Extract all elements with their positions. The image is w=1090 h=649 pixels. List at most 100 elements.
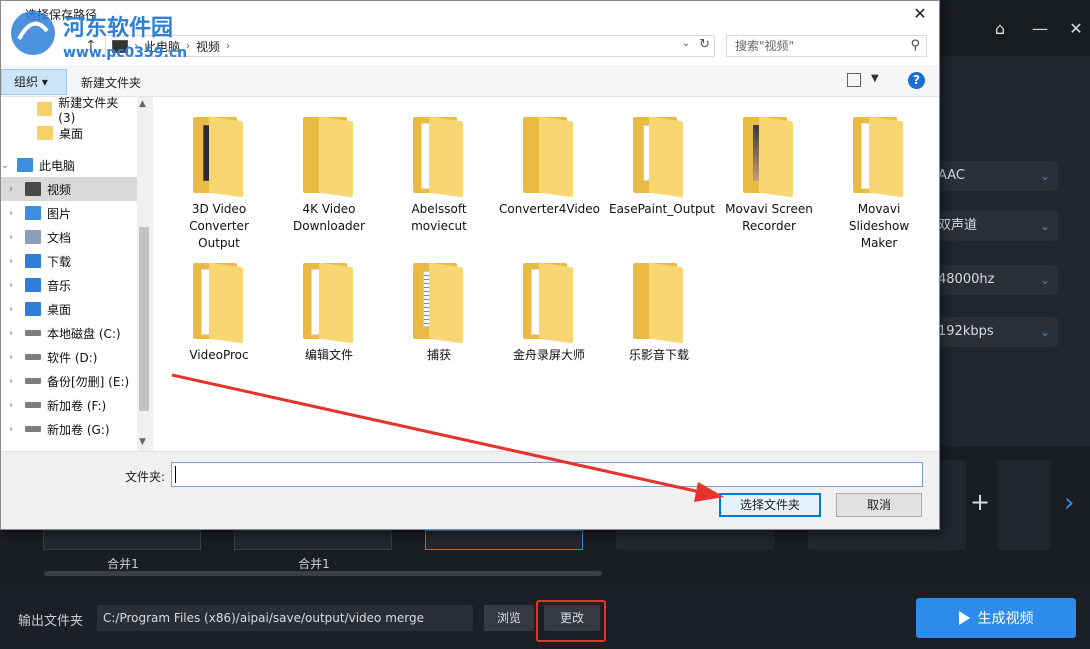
select-folder-button[interactable]: 选择文件夹 <box>719 493 821 517</box>
folder-icon <box>737 115 801 198</box>
folder-item[interactable]: 3D Video Converter Output <box>169 115 269 252</box>
dropdown-value: 双声道 <box>938 218 978 233</box>
expand-chevron-icon[interactable]: › <box>9 208 21 219</box>
add-clip-icon[interactable]: + <box>970 488 990 516</box>
search-input[interactable]: 搜索"视频" ⚲ <box>726 35 927 57</box>
folder-label: Converter4Video <box>499 202 601 216</box>
folder-item[interactable]: 乐影音下载 <box>609 261 709 364</box>
breadcrumb-videos[interactable]: 视频 <box>196 38 220 55</box>
nav-item[interactable]: › 新加卷 (F:) <box>1 393 137 417</box>
organize-button[interactable]: 组织 ▾ <box>1 69 67 95</box>
browse-button[interactable]: 浏览 <box>484 605 534 631</box>
folder-label: 4K Video Downloader <box>293 202 365 233</box>
nav-item-label: 音乐 <box>47 278 72 293</box>
chevron-right-icon: › <box>226 40 231 52</box>
breadcrumb-this-pc[interactable]: 此电脑 <box>144 38 180 55</box>
nav-item[interactable]: 新建文件夹 (3) <box>1 96 137 125</box>
folder-label: Abelssoft moviecut <box>411 202 467 233</box>
output-path-field[interactable]: C:/Program Files (x86)/aipai/save/output… <box>97 605 473 631</box>
settings-panel <box>940 56 1090 446</box>
expand-chevron-icon[interactable]: › <box>9 376 21 387</box>
nav-item[interactable]: › 视频 <box>1 177 137 201</box>
folder-icon <box>407 115 471 198</box>
expand-chevron-icon[interactable]: › <box>9 184 21 195</box>
generate-video-button[interactable]: 生成视频 <box>916 598 1076 638</box>
folder-item[interactable]: 金舟录屏大师 <box>499 261 599 364</box>
expand-chevron-icon[interactable]: › <box>9 328 21 339</box>
folder-item[interactable]: 4K Video Downloader <box>279 115 379 235</box>
scroll-thumb[interactable] <box>139 227 149 411</box>
dialog-toolbar: 组织 ▾ 新建文件夹 ▼ ? <box>1 65 939 97</box>
folder-item[interactable]: 编辑文件 <box>279 261 379 364</box>
nav-item-label: 文档 <box>47 230 72 245</box>
nav-item[interactable]: › 桌面 <box>1 297 137 321</box>
clip-label: 合并1 <box>298 557 330 571</box>
expand-chevron-icon[interactable]: › <box>9 400 21 411</box>
navigation-pane: 新建文件夹 (3) 桌面 ⌄ 此电脑 › 视频 › 图片 › 文档 › 下载 › 音乐 › 桌面 › 本地磁盘 (… <box>1 96 151 451</box>
clip-thumbnail-selected[interactable] <box>425 530 583 550</box>
sample-rate-dropdown[interactable]: 48000hz ⌄ <box>930 265 1058 295</box>
home-icon[interactable]: ⌂ <box>980 0 1020 56</box>
nav-item-label: 此电脑 <box>39 158 76 173</box>
folder-item[interactable]: EasePaint_Output <box>609 115 715 218</box>
folder-item[interactable]: 捕获 <box>389 261 489 364</box>
folder-item[interactable]: VideoProc <box>169 261 269 364</box>
nav-item[interactable]: › 文档 <box>1 225 137 249</box>
nav-item[interactable]: › 图片 <box>1 201 137 225</box>
folder-icon <box>847 115 911 198</box>
chevron-down-icon[interactable]: ▼ <box>871 73 879 84</box>
nav-item[interactable]: ⌄ 此电脑 <box>1 153 137 177</box>
address-bar[interactable]: › 此电脑 › 视频 › ⌄ ↻ <box>105 35 715 57</box>
nav-scrollbar[interactable]: ▲ ▼ <box>137 97 151 451</box>
expand-chevron-icon[interactable]: › <box>9 304 21 315</box>
channel-dropdown[interactable]: 双声道 ⌄ <box>930 211 1058 241</box>
chevron-down-icon[interactable]: ⌄ <box>682 38 690 49</box>
folder-item[interactable]: Movavi Slideshow Maker <box>829 115 929 252</box>
audio-codec-dropdown[interactable]: AAC ⌄ <box>930 161 1058 191</box>
next-arrow-icon[interactable]: › <box>1064 488 1074 518</box>
minimize-icon[interactable]: — <box>1020 0 1060 56</box>
folder-name-label: 文件夹: <box>125 470 166 484</box>
scroll-down-icon[interactable]: ▼ <box>139 437 146 447</box>
clip-scrollbar[interactable] <box>44 571 602 576</box>
expand-chevron-icon[interactable]: › <box>9 280 21 291</box>
nav-item-label: 本地磁盘 (C:) <box>47 326 121 341</box>
close-icon[interactable]: ✕ <box>905 1 935 27</box>
nav-item-label: 图片 <box>47 206 72 221</box>
expand-chevron-icon[interactable]: ⌄ <box>1 160 13 171</box>
folder-item[interactable]: Movavi Screen Recorder <box>719 115 819 235</box>
nav-item[interactable]: › 备份[勿删] (E:) <box>1 369 137 393</box>
folder-label: Movavi Screen Recorder <box>725 202 813 233</box>
new-folder-button[interactable]: 新建文件夹 <box>81 74 141 91</box>
cancel-button[interactable]: 取消 <box>836 493 922 517</box>
expand-chevron-icon[interactable]: › <box>9 424 21 435</box>
nav-item[interactable]: › 软件 (D:) <box>1 345 137 369</box>
folder-item[interactable]: Converter4Video <box>499 115 601 218</box>
clip-thumbnail[interactable] <box>43 530 201 550</box>
folder-item[interactable]: Abelssoft moviecut <box>389 115 489 235</box>
nav-item[interactable]: › 本地磁盘 (C:) <box>1 321 137 345</box>
nav-item[interactable]: › 下载 <box>1 249 137 273</box>
scroll-up-icon[interactable]: ▲ <box>139 99 146 109</box>
refresh-icon[interactable]: ↻ <box>699 37 710 52</box>
change-button-highlight <box>536 600 606 642</box>
view-options-icon[interactable] <box>847 73 861 87</box>
close-app-icon[interactable]: ✕ <box>1056 0 1090 56</box>
navigation-row: ↑ › 此电脑 › 视频 › ⌄ ↻ 搜索"视频" ⚲ <box>1 27 939 65</box>
expand-chevron-icon[interactable]: › <box>9 232 21 243</box>
dialog-title: 选择保存路径 <box>25 8 98 22</box>
expand-chevron-icon[interactable]: › <box>9 352 21 363</box>
expand-chevron-icon[interactable]: › <box>9 256 21 267</box>
clip-thumbnail[interactable] <box>234 530 392 550</box>
nav-item[interactable]: › 新加卷 (G:) <box>1 417 137 441</box>
nav-item[interactable]: › 音乐 <box>1 273 137 297</box>
nav-item-label: 视频 <box>47 182 72 197</box>
folder-name-input[interactable] <box>171 462 923 487</box>
folder-icon <box>297 261 361 344</box>
bitrate-dropdown[interactable]: 192kbps ⌄ <box>930 317 1058 347</box>
nav-item[interactable]: 桌面 <box>1 121 137 145</box>
help-icon[interactable]: ? <box>908 72 925 89</box>
folder-label: 捕获 <box>426 348 451 362</box>
up-arrow-icon[interactable]: ↑ <box>85 38 97 54</box>
nav-item-label: 新建文件夹 (3) <box>58 95 119 125</box>
